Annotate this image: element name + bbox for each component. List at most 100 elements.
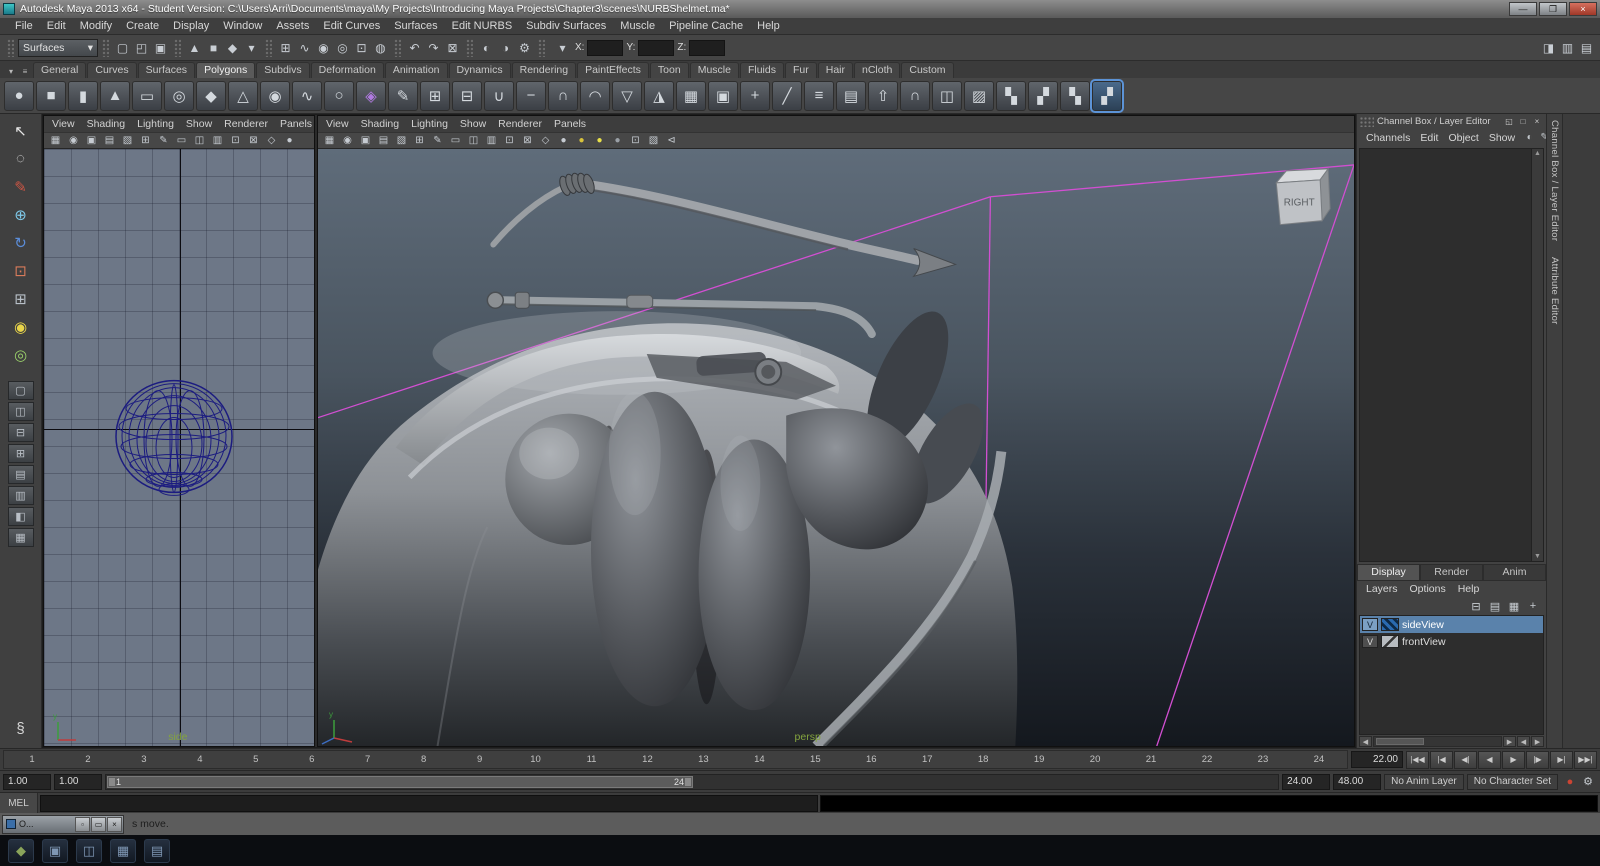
scroll-right-icon-2[interactable]: ▶ [1531,736,1544,747]
play-forwards-button[interactable]: ▶ [1502,750,1525,769]
snap-curve-icon[interactable]: ∿ [295,38,314,58]
rotate-tool[interactable]: ↻ [7,229,35,256]
gate-mask-icon[interactable]: ▥ [483,134,500,148]
toolbox-extra-icon[interactable]: § [7,715,35,742]
panel-grip[interactable] [1360,116,1374,127]
go-to-start-button[interactable]: |◀◀ [1406,750,1429,769]
layout-three-split-top[interactable]: ▤ [7,465,34,484]
shelf-offset-edge-loop[interactable]: ▤ [836,80,866,111]
range-slider-handle[interactable]: 1 24 [107,775,694,788]
gate-mask-icon[interactable]: ▥ [209,134,226,148]
frame-4[interactable]: 4 [172,754,228,765]
snap-view-plane-icon[interactable]: ⊡ [352,38,371,58]
menu-muscle[interactable]: Muscle [613,19,662,33]
vp-menu-shading[interactable]: Shading [81,118,132,130]
safe-title-icon[interactable]: ⊠ [519,134,536,148]
z-field[interactable] [689,39,726,56]
shelf-poly-helix[interactable]: ∿ [292,80,322,111]
render-settings-icon[interactable]: ⚙ [515,38,534,58]
frame-7[interactable]: 7 [340,754,396,765]
wireframe-mode-icon[interactable]: ◇ [263,134,280,148]
new-empty-layer-icon[interactable]: ▤ [1487,599,1503,614]
safe-action-icon[interactable]: ⊡ [501,134,518,148]
shelf-uv-planar-map[interactable]: ▨ [964,80,994,111]
go-to-end-button[interactable]: ▶▶| [1574,750,1597,769]
shelf-tab-menu-icon[interactable]: ▾ [4,64,18,78]
isolate-select-icon[interactable]: ⊡ [627,134,644,148]
scene-open-icon[interactable]: ◰ [132,38,151,58]
shelf-poly-plane[interactable]: ▭ [132,80,162,111]
shelf-tab-surfaces[interactable]: Surfaces [137,62,196,78]
frame-15[interactable]: 15 [787,754,843,765]
shelf-boolean-difference[interactable]: − [516,80,546,111]
lock-camera-icon[interactable]: ◉ [339,134,356,148]
y-field[interactable] [638,39,675,56]
new-layer-from-selected-icon[interactable]: ▦ [1506,599,1522,614]
cb-menu-show[interactable]: Show [1484,132,1520,144]
layer-menu-options[interactable]: Options [1405,583,1451,595]
menu-set-selector[interactable]: Surfaces ▾ [18,38,98,57]
vp-menu-lighting[interactable]: Lighting [131,118,180,130]
frame-5[interactable]: 5 [228,754,284,765]
float-panel-icon[interactable]: ◱ [1503,116,1515,127]
side-viewport-canvas[interactable]: y side [44,149,314,746]
range-end-grip[interactable] [685,777,692,786]
scrollbar-thumb[interactable] [1376,738,1425,745]
layer-tab-anim[interactable]: Anim [1483,564,1546,581]
selection-mask-dropdown-icon[interactable]: ▾ [242,38,261,58]
shelf-quadrangulate[interactable]: ▦ [676,80,706,111]
frame-20[interactable]: 20 [1067,754,1123,765]
taskbar-app-1[interactable]: ▣ [42,838,68,863]
shelf-tab-deformation[interactable]: Deformation [310,62,384,78]
shelf-tab-fluids[interactable]: Fluids [739,62,784,78]
select-component-icon[interactable]: ◆ [223,38,242,58]
scroll-left-icon-2[interactable]: ◀ [1517,736,1530,747]
taskbar-app-4[interactable]: ▤ [144,838,170,863]
shelf-tab-fur[interactable]: Fur [784,62,817,78]
layer-tab-render[interactable]: Render [1420,564,1483,581]
frame-22[interactable]: 22 [1179,754,1235,765]
frame-12[interactable]: 12 [619,754,675,765]
x-field[interactable] [587,39,624,56]
animation-preferences-icon[interactable]: ⚙ [1579,774,1597,790]
mini-maximize-button[interactable]: ▭ [91,816,106,832]
shelf-poly-prism[interactable]: ◆ [196,80,226,111]
shelf-bridge[interactable]: ∩ [900,80,930,111]
shelf-uv-checker-3[interactable]: ▚ [1060,80,1090,111]
shelf-poly-pyramid[interactable]: △ [228,80,258,111]
character-set-dropdown[interactable]: No Character Set [1466,773,1558,790]
universal-manipulator-tool[interactable]: ⊞ [7,285,35,312]
show-manipulator-tool[interactable]: ◎ [7,341,35,368]
shelf-separate[interactable]: ⊟ [452,80,482,111]
shelf-boolean-union[interactable]: ∪ [484,80,514,111]
shelf-triangulate[interactable]: ◮ [644,80,674,111]
menu-subdiv-surfaces[interactable]: Subdiv Surfaces [519,19,613,33]
shelf-uv-checker-1[interactable]: ▚ [996,80,1026,111]
close-panel-icon[interactable]: × [1531,116,1543,127]
vp-menu-show[interactable]: Show [180,118,218,130]
shelf-append-polygon[interactable]: + [740,80,770,111]
play-backwards-button[interactable]: ◀ [1478,750,1501,769]
frame-21[interactable]: 21 [1123,754,1179,765]
statusline-grip[interactable] [174,38,181,57]
shelf-tab-muscle[interactable]: Muscle [689,62,739,78]
shelf-poly-torus[interactable]: ◎ [164,80,194,111]
cb-menu-object[interactable]: Object [1443,132,1483,144]
frame-11[interactable]: 11 [564,754,620,765]
layer-swatch[interactable] [1381,635,1399,648]
2d-pan-zoom-icon[interactable]: ⊞ [137,134,154,148]
layout-outliner-persp[interactable]: ◧ [7,507,34,526]
mel-button[interactable]: MEL [0,793,38,813]
vp-menu-view[interactable]: View [320,118,355,130]
show-layer-bar-icon[interactable]: ▥ [1558,38,1577,58]
shelf-extrude[interactable]: ⇧ [868,80,898,111]
camera-attributes-icon[interactable]: ▣ [357,134,374,148]
layout-four-view[interactable]: ⊞ [7,444,34,463]
vp-menu-renderer[interactable]: Renderer [218,118,274,130]
vp-menu-lighting[interactable]: Lighting [405,118,454,130]
resolution-gate-icon[interactable]: ◫ [465,134,482,148]
default-lighting-icon[interactable]: ● [573,134,590,148]
frame-6[interactable]: 6 [284,754,340,765]
image-plane-icon[interactable]: ▧ [393,134,410,148]
animation-start-field[interactable]: 1.00 [3,773,51,790]
